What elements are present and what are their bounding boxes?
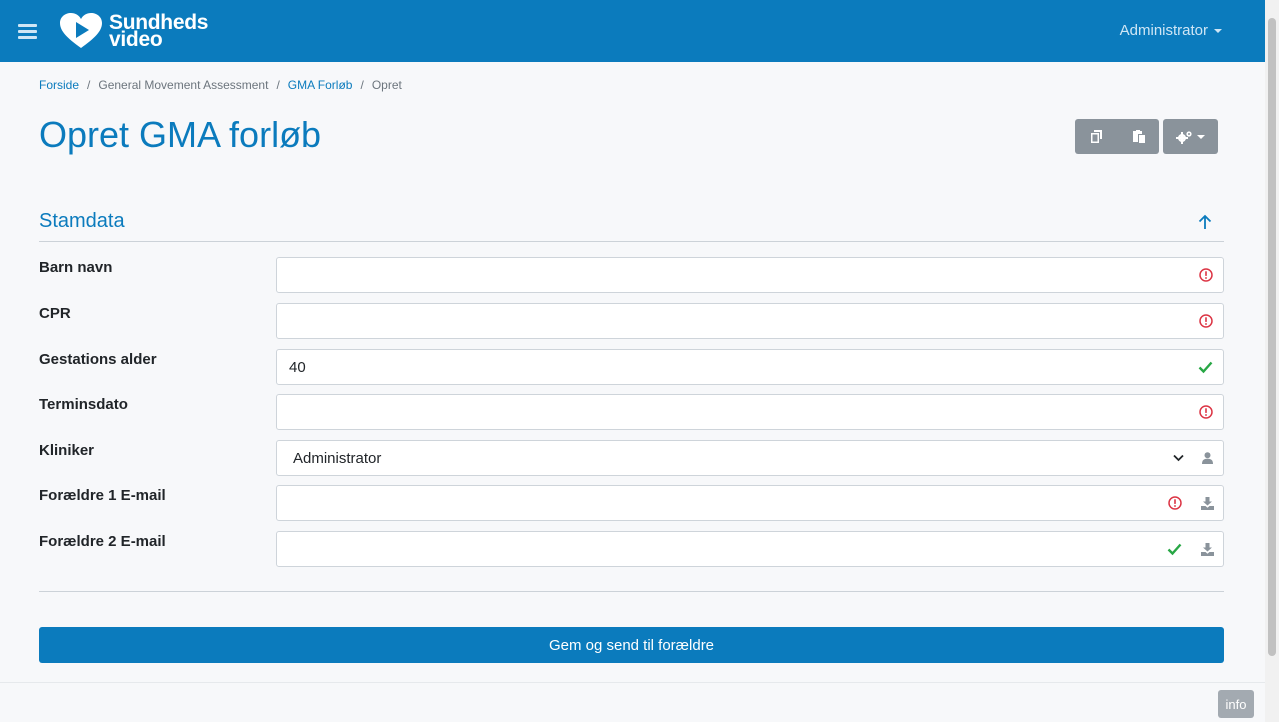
field-label: Barn navn [39, 259, 113, 276]
brand-text: Sundheds video [109, 12, 208, 50]
form-row-terminsdato: Terminsdato [39, 394, 1224, 430]
page-title: Opret GMA forløb [39, 114, 322, 155]
copy-button[interactable] [1075, 119, 1117, 154]
user-icon [1202, 452, 1213, 464]
form-row-foraeldre-1-email: Forældre 1 E-mail [39, 485, 1224, 521]
exclamation-circle-icon [1199, 405, 1213, 419]
import-email-1-button[interactable] [1192, 485, 1224, 521]
breadcrumb-gma: General Movement Assessment [98, 78, 269, 92]
paste-button[interactable] [1117, 119, 1159, 154]
breadcrumb: Forside / General Movement Assessment / GMA … [39, 78, 402, 92]
check-icon [1167, 543, 1182, 556]
chevron-down-icon [1173, 454, 1184, 462]
kliniker-user-addon [1192, 440, 1224, 476]
field-label: Forældre 2 E-mail [39, 533, 166, 550]
form-divider [39, 591, 1224, 592]
breadcrumb-separator: / [276, 78, 280, 92]
exclamation-circle-icon [1199, 268, 1213, 282]
field-label: Gestations alder [39, 351, 157, 368]
field-label: Forældre 1 E-mail [39, 487, 166, 504]
section-title: Stamdata [39, 210, 125, 232]
import-email-2-button[interactable] [1192, 531, 1224, 567]
clipboard-button-group [1075, 119, 1159, 154]
foraeldre-2-email-input[interactable] [276, 531, 1193, 567]
gears-icon [1176, 130, 1192, 144]
terminsdato-input[interactable] [276, 394, 1224, 430]
collapse-button[interactable] [1198, 214, 1212, 235]
foraeldre-1-email-input[interactable] [276, 485, 1193, 521]
form-row-cpr: CPR [39, 303, 1224, 339]
form-row-gestations-alder: Gestations alder 40 [39, 349, 1224, 385]
paste-icon [1132, 130, 1145, 143]
user-name: Administrator [1119, 22, 1208, 39]
select-value: Administrator [293, 450, 382, 467]
save-and-send-button[interactable]: Gem og send til forældre [39, 627, 1224, 663]
info-button[interactable]: info [1218, 690, 1254, 718]
scrollbar-thumb[interactable] [1268, 18, 1276, 656]
download-icon [1201, 496, 1214, 510]
caret-down-icon [1197, 134, 1205, 139]
breadcrumb-separator: / [87, 78, 91, 92]
top-navbar: Sundheds video Administrator [0, 0, 1265, 62]
form-row-foraeldre-2-email: Forældre 2 E-mail [39, 531, 1224, 567]
copy-icon [1090, 130, 1102, 143]
kliniker-select[interactable]: Administrator [276, 440, 1193, 476]
caret-down-icon [1214, 29, 1222, 34]
form-row-barn-navn: Barn navn [39, 257, 1224, 293]
user-menu-toggle[interactable]: Administrator [1120, 22, 1222, 39]
section-header-stamdata: Stamdata [39, 210, 1224, 242]
breadcrumb-gma-forloeb[interactable]: GMA Forløb [288, 78, 353, 92]
heart-play-logo-icon [60, 13, 102, 48]
gestations-alder-input[interactable]: 40 [276, 349, 1224, 385]
exclamation-circle-icon [1168, 496, 1182, 510]
breadcrumb-forside[interactable]: Forside [39, 78, 79, 92]
field-label: Terminsdato [39, 396, 128, 413]
barn-navn-input[interactable] [276, 257, 1224, 293]
field-label: CPR [39, 305, 71, 322]
hamburger-icon[interactable] [18, 24, 37, 39]
download-icon [1201, 542, 1214, 556]
exclamation-circle-icon [1199, 314, 1213, 328]
check-icon [1198, 361, 1213, 374]
scrollbar[interactable] [1265, 0, 1279, 722]
brand-logo[interactable]: Sundheds video [59, 12, 208, 50]
cpr-input[interactable] [276, 303, 1224, 339]
field-label: Kliniker [39, 442, 95, 459]
arrow-up-icon [1198, 214, 1212, 229]
page-toolbar [1075, 119, 1218, 154]
field-value: 40 [289, 359, 306, 376]
breadcrumb-opret: Opret [371, 78, 402, 92]
settings-dropdown-button[interactable] [1163, 119, 1218, 154]
form-row-kliniker: Kliniker Administrator [39, 440, 1224, 476]
page-footer [0, 682, 1265, 722]
breadcrumb-separator: / [360, 78, 364, 92]
